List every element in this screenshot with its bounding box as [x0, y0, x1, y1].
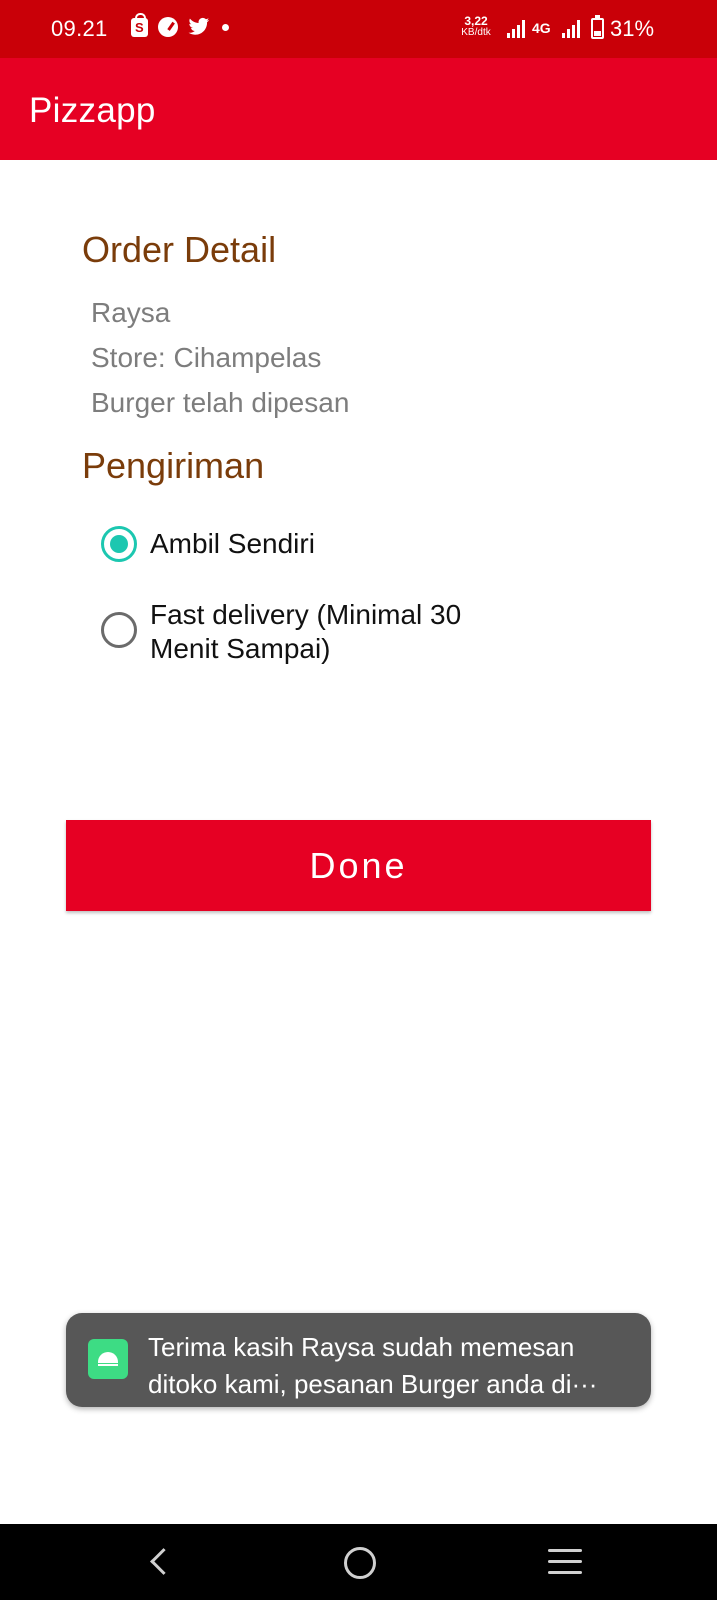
twitter-icon [188, 17, 210, 37]
customer-name: Raysa [91, 297, 171, 328]
status-bar: 09.21 3,22 KB/dtk 4G 31% [0, 0, 717, 58]
back-icon[interactable] [142, 1544, 178, 1580]
android-icon [88, 1339, 128, 1379]
status-icons-left [131, 12, 229, 37]
status-time: 09.21 [51, 16, 108, 41]
net-speed-value: 3,22 [464, 14, 488, 28]
net-speed-unit: KB/dtk [461, 27, 491, 38]
toast-message: Terima kasih Raysa sudah memesan ditoko … [66, 1313, 651, 1407]
toast-line1: Terima kasih Raysa sudah memesan [148, 1332, 575, 1362]
radio-label-line2: Menit Sampai) [150, 633, 331, 664]
signal-icon [507, 20, 525, 38]
toast-text: Terima kasih Raysa sudah memesan ditoko … [148, 1329, 638, 1403]
battery-percent: 31% [610, 16, 655, 41]
speed-gauge-icon [158, 17, 178, 37]
network-speed: 3,22 KB/dtk [458, 14, 494, 38]
battery-icon [591, 15, 604, 39]
app-bar: Pizzapp [0, 58, 717, 160]
delivery-heading: Pengiriman [82, 445, 265, 486]
shopee-icon [131, 12, 148, 37]
radio-checked-icon[interactable] [101, 526, 137, 562]
order-status: Burger telah dipesan [91, 387, 350, 418]
radio-label-line1: Fast delivery (Minimal 30 [150, 599, 462, 630]
done-button[interactable]: Done [66, 820, 651, 911]
system-nav-bar [0, 1524, 717, 1600]
signal-icon-2 [562, 20, 580, 38]
order-detail-heading: Order Detail [82, 229, 277, 270]
radio-label-fast-delivery[interactable]: Fast delivery (Minimal 30 Menit Sampai) [150, 598, 461, 666]
home-icon[interactable] [344, 1547, 376, 1579]
radio-unchecked-icon[interactable] [101, 612, 137, 648]
notification-dot-icon [222, 23, 229, 31]
app-title: Pizzapp [29, 91, 156, 130]
recents-icon[interactable] [548, 1549, 582, 1575]
toast-line2: ditoko kami, pesanan Burger anda di··· [148, 1369, 598, 1399]
store-name: Store: Cihampelas [91, 342, 322, 373]
network-type: 4G [532, 20, 551, 36]
radio-label-pickup[interactable]: Ambil Sendiri [150, 527, 315, 561]
